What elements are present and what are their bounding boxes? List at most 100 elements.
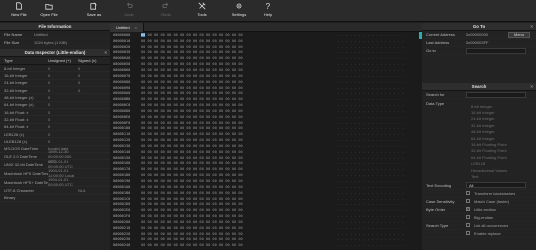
hex-ascii[interactable]: . . . . . . . . . . . . . . . . [337,121,404,125]
hex-bytes[interactable]: 00 00 00 00 00 00 00 00 00 00 00 00 00 0… [141,132,337,136]
hex-bytes[interactable]: 00 00 00 00 00 00 00 00 00 00 00 00 00 0… [141,103,337,107]
hex-bytes[interactable]: 00 00 00 00 00 00 00 00 00 00 00 00 00 0… [141,97,337,101]
close-icon[interactable]: × [135,25,137,30]
hex-ascii[interactable]: . . . . . . . . . . . . . . . . [337,33,404,37]
hex-ascii[interactable]: . . . . . . . . . . . . . . . . [337,232,404,236]
hex-ascii[interactable]: . . . . . . . . . . . . . . . . [337,56,404,60]
hex-ascii[interactable]: . . . . . . . . . . . . . . . . [337,103,404,107]
help-button[interactable]: ? Help [254,2,282,20]
hex-bytes[interactable]: 00 00 00 00 00 00 00 00 00 00 00 00 00 0… [141,109,337,113]
hex-bytes[interactable]: 00 00 00 00 00 00 00 00 00 00 00 00 00 0… [141,126,337,130]
hex-bytes[interactable]: 00 00 00 00 00 00 00 00 00 00 00 00 00 0… [141,144,337,148]
undo-button[interactable]: Undo [115,2,143,20]
hex-bytes[interactable]: 00 00 00 00 00 00 00 00 00 00 00 00 00 0… [141,74,337,78]
tools-button[interactable]: Tools [188,2,216,20]
list-all-checkbox[interactable] [466,223,470,228]
hex-bytes[interactable]: 00 00 00 00 00 00 00 00 00 00 00 00 00 0… [141,62,337,66]
hex-ascii[interactable]: . . . . . . . . . . . . . . . . [337,74,404,78]
hex-bytes[interactable]: 00 00 00 00 00 00 00 00 00 00 00 00 00 0… [141,202,337,206]
hex-bytes[interactable]: 00 00 00 00 00 00 00 00 00 00 00 00 00 0… [141,50,337,54]
hex-ascii[interactable]: . . . . . . . . . . . . . . . . [337,197,404,201]
hex-bytes[interactable]: 00 00 00 00 00 00 00 00 00 00 00 00 00 0… [141,86,337,90]
hex-ascii[interactable]: . . . . . . . . . . . . . . . . [337,39,404,43]
collapse-icon[interactable]: × [104,50,107,55]
hex-ascii[interactable]: . . . . . . . . . . . . . . . . [337,208,404,212]
hex-ascii[interactable]: . . . . . . . . . . . . . . . . [337,202,404,206]
hex-bytes[interactable]: 00 00 00 00 00 00 00 00 00 00 00 00 00 0… [141,167,337,171]
hex-bytes[interactable]: 00 00 00 00 00 00 00 00 00 00 00 00 00 0… [141,121,337,125]
new-file-button[interactable]: New File [5,2,33,20]
hex-ascii[interactable]: . . . . . . . . . . . . . . . . [337,191,404,195]
hex-ascii[interactable]: . . . . . . . . . . . . . . . . [337,80,404,84]
hex-bytes[interactable]: 00 00 00 00 00 00 00 00 00 00 00 00 00 0… [141,243,337,247]
match-case-checkbox[interactable] [466,199,470,204]
hex-bytes[interactable]: 00 00 00 00 00 00 00 00 00 00 00 00 00 0… [141,156,337,160]
hex-ascii[interactable]: . . . . . . . . . . . . . . . . [337,214,404,218]
hex-bytes[interactable]: 00 00 00 00 00 00 00 00 00 00 00 00 00 0… [141,115,337,119]
hex-ascii[interactable]: . . . . . . . . . . . . . . . . [337,62,404,66]
hex-ascii[interactable]: . . . . . . . . . . . . . . . . [337,132,404,136]
hex-ascii[interactable]: . . . . . . . . . . . . . . . . [337,150,404,154]
hex-bytes[interactable]: 00 00 00 00 00 00 00 00 00 00 00 00 00 0… [141,220,337,224]
hex-ascii[interactable]: . . . . . . . . . . . . . . . . [337,50,404,54]
collapse-icon[interactable]: × [530,84,533,89]
hex-bytes[interactable]: 00 00 00 00 00 00 00 00 00 00 00 00 00 0… [141,56,337,60]
hex-ascii[interactable]: . . . . . . . . . . . . . . . . [337,185,404,189]
hex-ascii[interactable]: . . . . . . . . . . . . . . . . [337,237,404,241]
hex-bytes[interactable]: 00 00 00 00 00 00 00 00 00 00 00 00 00 0… [141,80,337,84]
hex-bytes[interactable]: 00 00 00 00 00 00 00 00 00 00 00 00 00 0… [141,197,337,201]
hex-ascii[interactable]: . . . . . . . . . . . . . . . . [337,138,404,142]
hex-ascii[interactable]: . . . . . . . . . . . . . . . . [337,97,404,101]
hex-ascii[interactable]: . . . . . . . . . . . . . . . . [337,45,404,49]
hex-bytes[interactable]: 00 00 00 00 00 00 00 00 00 00 00 00 00 0… [141,138,337,142]
hex-bytes[interactable]: 00 00 00 00 00 00 00 00 00 00 00 00 00 0… [141,161,337,165]
hex-bytes[interactable]: 00 00 00 00 00 00 00 00 00 00 00 00 00 0… [141,91,337,95]
data-type-option[interactable]: Text [422,173,536,179]
hex-ascii[interactable]: . . . . . . . . . . . . . . . . [337,109,404,113]
hex-ascii[interactable]: . . . . . . . . . . . . . . . . [337,144,404,148]
transform-checkbox[interactable] [466,191,470,196]
hex-ascii[interactable]: . . . . . . . . . . . . . . . . [337,91,404,95]
hex-ascii[interactable]: . . . . . . . . . . . . . . . . [337,156,404,160]
hex-bytes[interactable]: 00 00 00 00 00 00 00 00 00 00 00 00 00 0… [141,214,337,218]
hex-bytes[interactable]: 00 00 00 00 00 00 00 00 00 00 00 00 00 0… [141,39,337,43]
encoding-select[interactable]: All [466,182,526,189]
hex-bytes[interactable]: 00 00 00 00 00 00 00 00 00 00 00 00 00 0… [141,191,337,195]
goto-input[interactable] [466,47,526,54]
hex-bytes[interactable]: 00 00 00 00 00 00 00 00 00 00 00 00 00 0… [141,185,337,189]
menu-button[interactable]: Menu [507,31,530,38]
hex-ascii[interactable]: . . . . . . . . . . . . . . . . [337,68,404,72]
hex-bytes[interactable]: 00 00 00 00 00 00 00 00 00 00 00 00 00 0… [141,150,337,154]
hex-bytes[interactable]: 00 00 00 00 00 00 00 00 00 00 00 00 00 0… [141,32,337,37]
hex-ascii[interactable]: . . . . . . . . . . . . . . . . [337,226,404,230]
hex-bytes[interactable]: 00 00 00 00 00 00 00 00 00 00 00 00 00 0… [141,237,337,241]
hex-bytes[interactable]: 00 00 00 00 00 00 00 00 00 00 00 00 00 0… [141,45,337,49]
hex-ascii[interactable]: . . . . . . . . . . . . . . . . [337,243,404,247]
hex-ascii[interactable]: . . . . . . . . . . . . . . . . [337,115,404,119]
hex-bytes[interactable]: 00 00 00 00 00 00 00 00 00 00 00 00 00 0… [141,208,337,212]
hex-bytes[interactable]: 00 00 00 00 00 00 00 00 00 00 00 00 00 0… [141,179,337,183]
data-type-list[interactable]: 8-bit Integer 16-bit Integer 24-bit Intege… [422,103,536,180]
hex-ascii[interactable]: . . . . . . . . . . . . . . . . [337,220,404,224]
big-endian-checkbox[interactable] [466,215,470,220]
open-file-button[interactable]: Open File [35,2,63,20]
hex-bytes[interactable]: 00 00 00 00 00 00 00 00 00 00 00 00 00 0… [141,226,337,230]
hex-ascii[interactable]: . . . . . . . . . . . . . . . . [337,179,404,183]
hex-ascii[interactable]: . . . . . . . . . . . . . . . . [337,173,404,177]
save-as-button[interactable]: Save as [80,2,108,20]
hex-ascii[interactable]: . . . . . . . . . . . . . . . . [337,167,404,171]
collapse-icon[interactable]: × [530,24,533,29]
hex-bytes[interactable]: 00 00 00 00 00 00 00 00 00 00 00 00 00 0… [141,173,337,177]
redo-button[interactable]: Redo [152,2,180,20]
hex-ascii[interactable]: . . . . . . . . . . . . . . . . [337,161,404,165]
little-endian-checkbox[interactable]: ✓ [466,207,470,212]
settings-button[interactable]: Settings [225,2,253,20]
tab-untitled[interactable]: Untitled × [110,22,144,32]
hex-grid[interactable]: 00000000 00 00 00 00 00 00 00 00 00 00 00… [110,32,406,248]
search-input[interactable] [466,91,526,98]
hex-bytes[interactable]: 00 00 00 00 00 00 00 00 00 00 00 00 00 0… [141,68,337,72]
hex-ascii[interactable]: . . . . . . . . . . . . . . . . [337,126,404,130]
hex-bytes[interactable]: 00 00 00 00 00 00 00 00 00 00 00 00 00 0… [141,232,337,236]
hex-ascii[interactable]: . . . . . . . . . . . . . . . . [337,86,404,90]
enable-replace-checkbox[interactable] [466,231,470,236]
